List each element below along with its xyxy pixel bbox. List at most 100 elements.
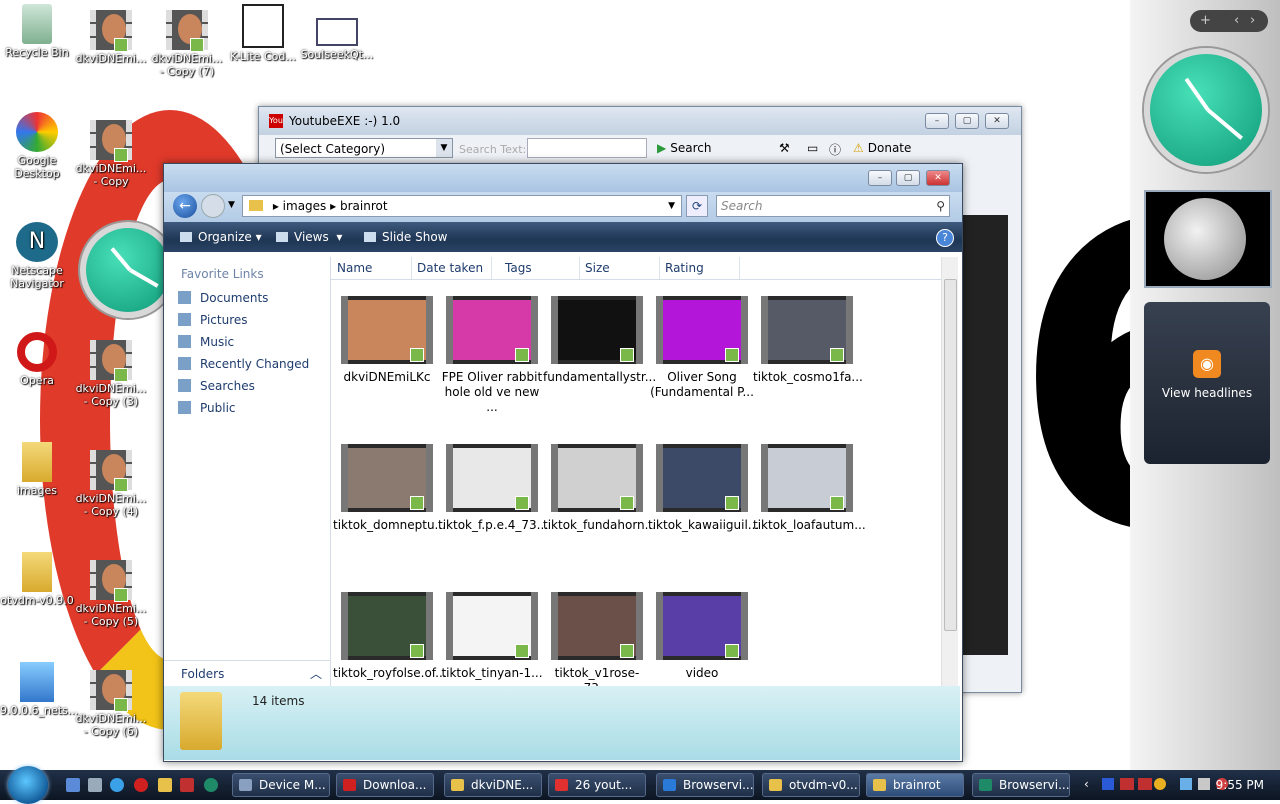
- youtubeexe-titlebar[interactable]: You YoutubeEXE :-) 1.0 – ▢ ✕: [259, 107, 1021, 135]
- column-header-date-taken[interactable]: Date taken: [417, 261, 483, 275]
- desktop-icon-video[interactable]: dkviDNEmi... - Copy (5): [74, 560, 148, 628]
- prev-gadget-button[interactable]: ‹: [1234, 10, 1239, 32]
- folders-toggle[interactable]: Folders ︿: [164, 660, 330, 686]
- breadcrumb-brainrot[interactable]: brainrot: [340, 199, 388, 213]
- switch-windows-icon[interactable]: [88, 778, 102, 792]
- column-divider[interactable]: [411, 257, 412, 279]
- taskbar-button[interactable]: Downloa...: [336, 773, 434, 797]
- desktop-icon-netscape[interactable]: N Netscape Navigator: [0, 222, 74, 290]
- desktop-clock-gadget[interactable]: [80, 222, 176, 318]
- column-divider[interactable]: [739, 257, 740, 279]
- window-icon[interactable]: ▭: [807, 141, 818, 155]
- desktop-icon-download[interactable]: SoulseekQt...: [300, 4, 374, 61]
- donate-button[interactable]: ⚠ Donate: [853, 141, 911, 155]
- taskbar-button[interactable]: dkviDNE...: [444, 773, 542, 797]
- file-item[interactable]: Oliver Song (Fundamental P...: [648, 296, 756, 400]
- favorite-link-music[interactable]: Music: [178, 335, 234, 349]
- search-text-input[interactable]: [527, 138, 647, 158]
- help-icon[interactable]: ?: [936, 229, 954, 247]
- favorite-link-documents[interactable]: Documents: [178, 291, 268, 305]
- file-item[interactable]: tiktok_fundahorn...: [543, 444, 656, 533]
- favorite-link-recently-changed[interactable]: Recently Changed: [178, 357, 309, 371]
- desktop-icon-folder[interactable]: images: [0, 442, 74, 497]
- file-item[interactable]: fundamentallystr...: [543, 296, 656, 385]
- file-item[interactable]: video: [648, 592, 756, 681]
- scrollbar-thumb[interactable]: [944, 279, 957, 631]
- views-button[interactable]: Views ▾: [276, 230, 342, 244]
- column-header-size[interactable]: Size: [585, 261, 610, 275]
- next-gadget-button[interactable]: ›: [1250, 10, 1255, 32]
- search-icon[interactable]: ⚲: [936, 196, 945, 216]
- feed-headlines-gadget[interactable]: ◉ View headlines: [1144, 302, 1270, 464]
- desktop-icon-video[interactable]: dkviDNEmi... - Copy (7): [150, 10, 224, 78]
- refresh-button[interactable]: ⟳: [686, 195, 708, 217]
- tray-expand-icon[interactable]: ‹: [1084, 777, 1089, 791]
- minimize-button[interactable]: –: [868, 170, 892, 186]
- network-icon[interactable]: [1180, 778, 1192, 790]
- desktop-icon-video[interactable]: dkviDNEmi... - Copy (4): [74, 450, 148, 518]
- start-button[interactable]: [8, 766, 48, 804]
- favorite-link-public[interactable]: Public: [178, 401, 236, 415]
- column-header-rating[interactable]: Rating: [665, 261, 704, 275]
- internet-explorer-icon[interactable]: [110, 778, 124, 792]
- file-item[interactable]: tiktok_cosmo1fa...: [753, 296, 863, 385]
- maximize-button[interactable]: ▢: [955, 113, 979, 129]
- column-divider[interactable]: [491, 257, 492, 279]
- desktop-icon-video[interactable]: dkviDNEmi... - Copy (3): [74, 340, 148, 408]
- taskbar-button[interactable]: otvdm-v0...: [762, 773, 860, 797]
- taskbar-button[interactable]: Browservi...: [656, 773, 754, 797]
- volume-icon[interactable]: [1198, 778, 1210, 790]
- favorite-link-pictures[interactable]: Pictures: [178, 313, 248, 327]
- desktop-icon-video[interactable]: dkviDNEmi... - Copy: [74, 120, 148, 188]
- taskbar-button[interactable]: brainrot: [866, 773, 964, 797]
- breadcrumb-images[interactable]: images: [283, 199, 327, 213]
- search-input[interactable]: Search ⚲: [716, 195, 950, 217]
- chrome-icon[interactable]: [1154, 778, 1166, 790]
- taskbar-clock[interactable]: 9:55 PM: [1216, 778, 1264, 792]
- address-bar[interactable]: ▸ images ▸ brainrot ▼: [242, 195, 682, 217]
- desktop-icon-video[interactable]: dkviDNEmi...: [74, 10, 148, 65]
- show-desktop-icon[interactable]: [66, 778, 80, 792]
- desktop-icon-video[interactable]: dkviDNEmi... - Copy (6): [74, 670, 148, 738]
- column-divider[interactable]: [659, 257, 660, 279]
- category-select[interactable]: (Select Category) ▼: [275, 138, 453, 158]
- file-item[interactable]: tiktok_f.p.e.4_73...: [438, 444, 548, 533]
- add-gadget-button[interactable]: +: [1200, 10, 1211, 32]
- file-item[interactable]: tiktok_kawaiiguil...: [648, 444, 759, 533]
- forward-button[interactable]: [201, 194, 225, 218]
- column-header-tags[interactable]: Tags: [505, 261, 532, 275]
- file-item[interactable]: tiktok_loafautum...: [753, 444, 866, 533]
- close-button[interactable]: ✕: [926, 170, 950, 186]
- vertical-scrollbar[interactable]: [941, 257, 958, 686]
- moon-gadget[interactable]: [1144, 190, 1272, 288]
- file-item[interactable]: tiktok_tinyan-1...: [438, 592, 546, 681]
- back-button[interactable]: ←: [173, 194, 197, 218]
- desktop-icon-codec[interactable]: K-Lite Cod...: [226, 4, 300, 63]
- codec-icon[interactable]: [180, 778, 194, 792]
- info-icon[interactable]: ⓘ: [829, 141, 841, 158]
- language-icon[interactable]: [1102, 778, 1114, 790]
- minimize-button[interactable]: –: [925, 113, 949, 129]
- browser-icon[interactable]: [204, 778, 218, 792]
- favorite-link-searches[interactable]: Searches: [178, 379, 255, 393]
- taskbar-button[interactable]: Browservi...: [972, 773, 1070, 797]
- tools-icon[interactable]: ⚒: [779, 141, 790, 155]
- file-item[interactable]: tiktok_royfolse.of...: [333, 592, 447, 681]
- explorer-titlebar[interactable]: – ▢ ✕: [164, 164, 962, 192]
- taskbar-button[interactable]: Device M...: [232, 773, 330, 797]
- address-dropdown-icon[interactable]: ▼: [668, 196, 675, 216]
- file-item[interactable]: FPE Oliver rabbit hole old ve new ...: [438, 296, 546, 415]
- column-header-name[interactable]: Name: [337, 261, 372, 275]
- file-item[interactable]: dkviDNEmiLKc: [333, 296, 441, 385]
- taskbar-button[interactable]: 26 yout...: [548, 773, 646, 797]
- file-item[interactable]: tiktok_v1rose-73...: [543, 592, 651, 686]
- media-player-icon[interactable]: [158, 778, 172, 792]
- maximize-button[interactable]: ▢: [896, 170, 920, 186]
- desktop-icon-installer[interactable]: 9.0.0.6_nets...: [0, 662, 78, 717]
- slideshow-button[interactable]: Slide Show: [364, 230, 447, 244]
- sidebar-clock-gadget[interactable]: [1144, 48, 1268, 172]
- column-divider[interactable]: [579, 257, 580, 279]
- view-headlines-label[interactable]: View headlines: [1144, 386, 1270, 400]
- file-item[interactable]: tiktok_domneptu...: [333, 444, 446, 533]
- desktop-icon-opera[interactable]: Opera: [0, 332, 74, 387]
